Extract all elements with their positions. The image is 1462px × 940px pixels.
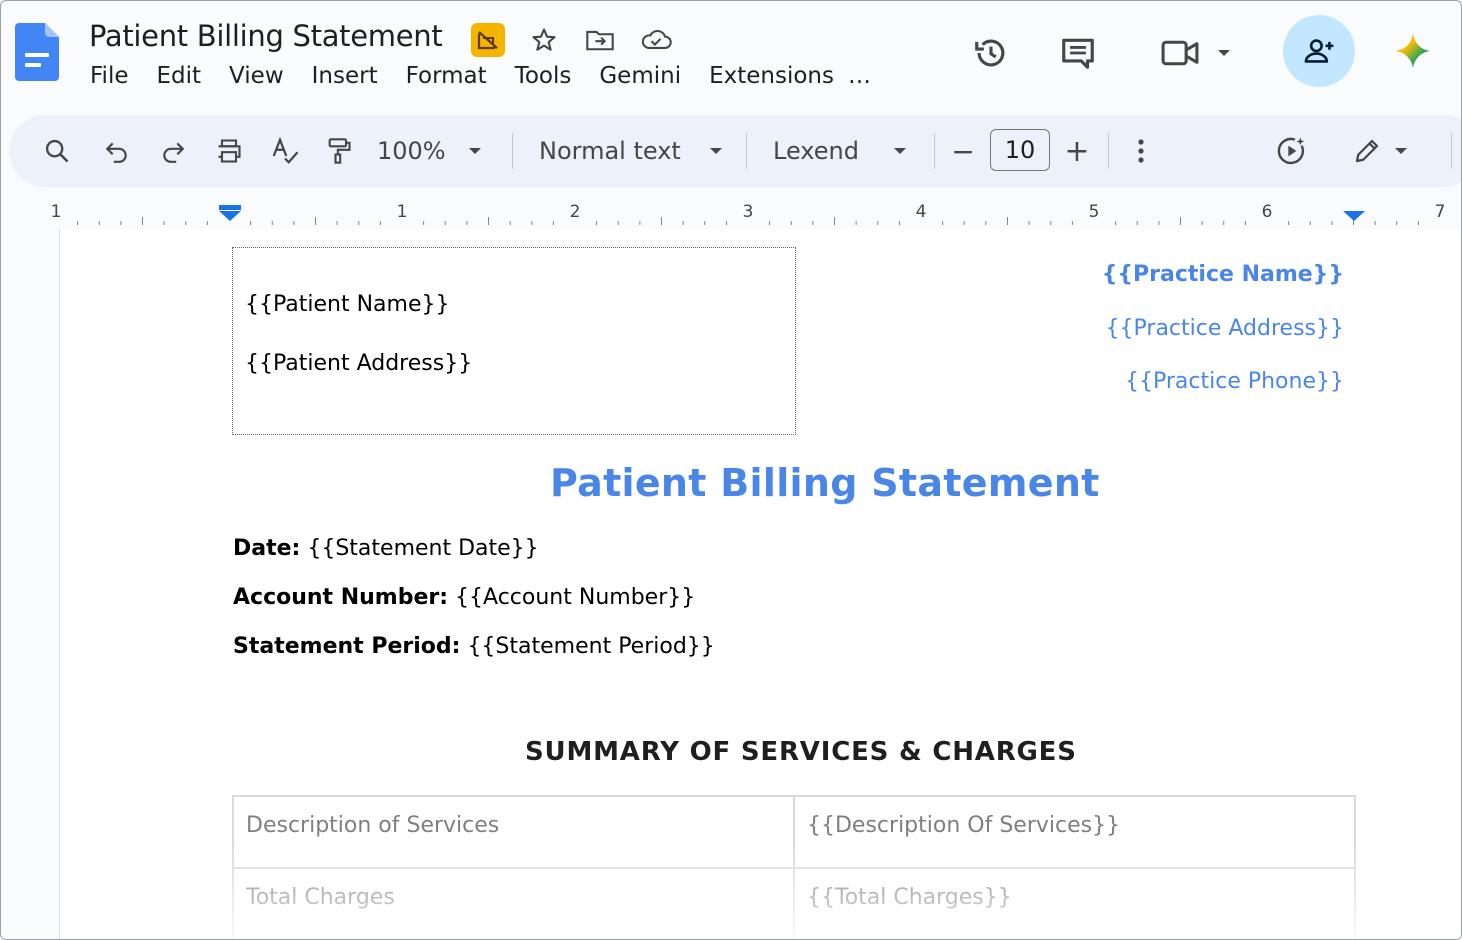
menu-format[interactable]: Format xyxy=(406,63,487,89)
star-icon[interactable] xyxy=(527,23,561,57)
pencil-icon xyxy=(1355,139,1379,163)
menu-extensions[interactable]: Extensions xyxy=(709,63,834,89)
toolbar: 100% Normal text Lexend − 10 + xyxy=(9,115,1461,187)
section-title: SUMMARY OF SERVICES & CHARGES xyxy=(525,737,1077,767)
chevron-down-icon xyxy=(1395,148,1407,154)
toolbar-divider xyxy=(512,133,513,169)
field-value: {{Statement Period}} xyxy=(467,634,715,659)
menu-gemini[interactable]: Gemini xyxy=(599,63,681,89)
decrease-font-size-button[interactable]: − xyxy=(947,115,979,187)
zoom-select[interactable]: 100% xyxy=(377,115,497,187)
services-table: Description of Services {{Description Of… xyxy=(232,795,1356,939)
move-to-folder-badge-icon[interactable] xyxy=(471,23,505,57)
statement-period-field: Statement Period: {{Statement Period}} xyxy=(233,634,715,659)
docs-window: Patient Billing Statement File Edit View… xyxy=(0,0,1462,940)
ruler-label: 1 xyxy=(397,202,408,222)
add-person-icon xyxy=(1304,39,1334,63)
menu-file[interactable]: File xyxy=(90,63,129,89)
print-icon[interactable] xyxy=(211,115,247,187)
undo-icon[interactable] xyxy=(99,115,135,187)
header-actions xyxy=(961,15,1461,89)
spellcheck-icon[interactable] xyxy=(267,115,303,187)
cloud-saved-icon[interactable] xyxy=(639,23,673,57)
field-label: Account Number: xyxy=(233,585,449,610)
right-indent-marker[interactable] xyxy=(1343,211,1365,221)
paint-format-icon[interactable] xyxy=(321,115,357,187)
left-indent-marker[interactable] xyxy=(219,205,241,221)
search-menus-icon[interactable] xyxy=(39,115,75,187)
menu-bar: File Edit View Insert Format Tools Gemin… xyxy=(90,63,871,89)
comments-icon[interactable] xyxy=(1057,33,1099,73)
table-row: Description of Services {{Description Of… xyxy=(232,795,1356,869)
field-label: Date: xyxy=(233,536,301,561)
menu-tools[interactable]: Tools xyxy=(515,63,572,89)
ruler-label: 5 xyxy=(1089,202,1100,222)
toolbar-divider xyxy=(1451,133,1452,169)
table-cell[interactable]: {{Total Charges}} xyxy=(793,867,1356,939)
menu-edit[interactable]: Edit xyxy=(157,63,202,89)
chevron-down-icon xyxy=(893,148,906,154)
dictation-play-icon[interactable] xyxy=(1271,115,1311,187)
zoom-value: 100% xyxy=(377,137,446,165)
chevron-down-icon xyxy=(1218,50,1230,56)
move-icon[interactable] xyxy=(583,23,617,57)
patient-name: {{Patient Name}} xyxy=(245,292,450,317)
toolbar-divider xyxy=(934,133,935,169)
field-value: {{Statement Date}} xyxy=(307,536,539,561)
ruler-ticks: 1 1 2 3 4 5 6 7 xyxy=(51,202,1446,225)
editing-mode-button[interactable] xyxy=(1345,115,1415,187)
statement-date-field: Date: {{Statement Date}} xyxy=(233,536,539,561)
paragraph-style-value: Normal text xyxy=(539,137,681,165)
account-number-field: Account Number: {{Account Number}} xyxy=(233,585,695,610)
menu-more[interactable]: … xyxy=(848,63,871,89)
patient-address: {{Patient Address}} xyxy=(245,351,473,376)
practice-phone: {{Practice Phone}} xyxy=(1124,369,1344,394)
version-history-icon[interactable] xyxy=(971,33,1011,73)
title-icons xyxy=(471,23,673,57)
practice-address: {{Practice Address}} xyxy=(1105,316,1344,341)
ruler-label: 3 xyxy=(743,202,754,222)
table-cell[interactable]: Description of Services xyxy=(232,795,795,869)
google-docs-logo-icon[interactable] xyxy=(15,23,59,81)
toolbar-divider xyxy=(746,133,747,169)
table-cell[interactable]: {{Description Of Services}} xyxy=(793,795,1356,869)
menu-view[interactable]: View xyxy=(229,63,284,89)
toolbar-divider xyxy=(1108,133,1109,169)
meet-button[interactable] xyxy=(1151,33,1241,73)
video-camera-icon xyxy=(1161,40,1199,66)
ruler[interactable]: 1 1 2 3 4 5 6 7 xyxy=(1,197,1461,230)
ruler-label: 4 xyxy=(916,202,927,222)
ruler-label: 1 xyxy=(51,202,62,222)
document-page[interactable]: {{Patient Name}} {{Patient Address}} {{P… xyxy=(59,229,1461,939)
document-title[interactable]: Patient Billing Statement xyxy=(89,19,443,53)
gemini-icon[interactable] xyxy=(1393,31,1433,71)
menu-insert[interactable]: Insert xyxy=(312,63,378,89)
ruler-label: 6 xyxy=(1262,202,1273,222)
ruler-label: 7 xyxy=(1435,202,1446,222)
font-value: Lexend xyxy=(773,137,859,165)
field-value: {{Account Number}} xyxy=(455,585,696,610)
practice-name: {{Practice Name}} xyxy=(1101,262,1344,287)
chevron-down-icon xyxy=(709,148,722,154)
share-button[interactable] xyxy=(1283,15,1355,87)
chevron-down-icon xyxy=(468,148,481,154)
redo-icon[interactable] xyxy=(155,115,191,187)
left-gutter xyxy=(1,229,59,939)
ruler-label: 2 xyxy=(570,202,581,222)
table-row: Total Charges {{Total Charges}} xyxy=(232,867,1356,939)
more-options-icon[interactable] xyxy=(1125,115,1157,187)
field-label: Statement Period: xyxy=(233,634,461,659)
patient-address-box[interactable]: {{Patient Name}} {{Patient Address}} xyxy=(232,247,796,435)
increase-font-size-button[interactable]: + xyxy=(1061,115,1093,187)
font-size-input[interactable]: 10 xyxy=(990,129,1050,171)
table-cell[interactable]: Total Charges xyxy=(232,867,795,939)
document-heading: Patient Billing Statement xyxy=(550,461,1100,505)
paragraph-style-select[interactable]: Normal text xyxy=(539,115,739,187)
font-select[interactable]: Lexend xyxy=(773,115,933,187)
